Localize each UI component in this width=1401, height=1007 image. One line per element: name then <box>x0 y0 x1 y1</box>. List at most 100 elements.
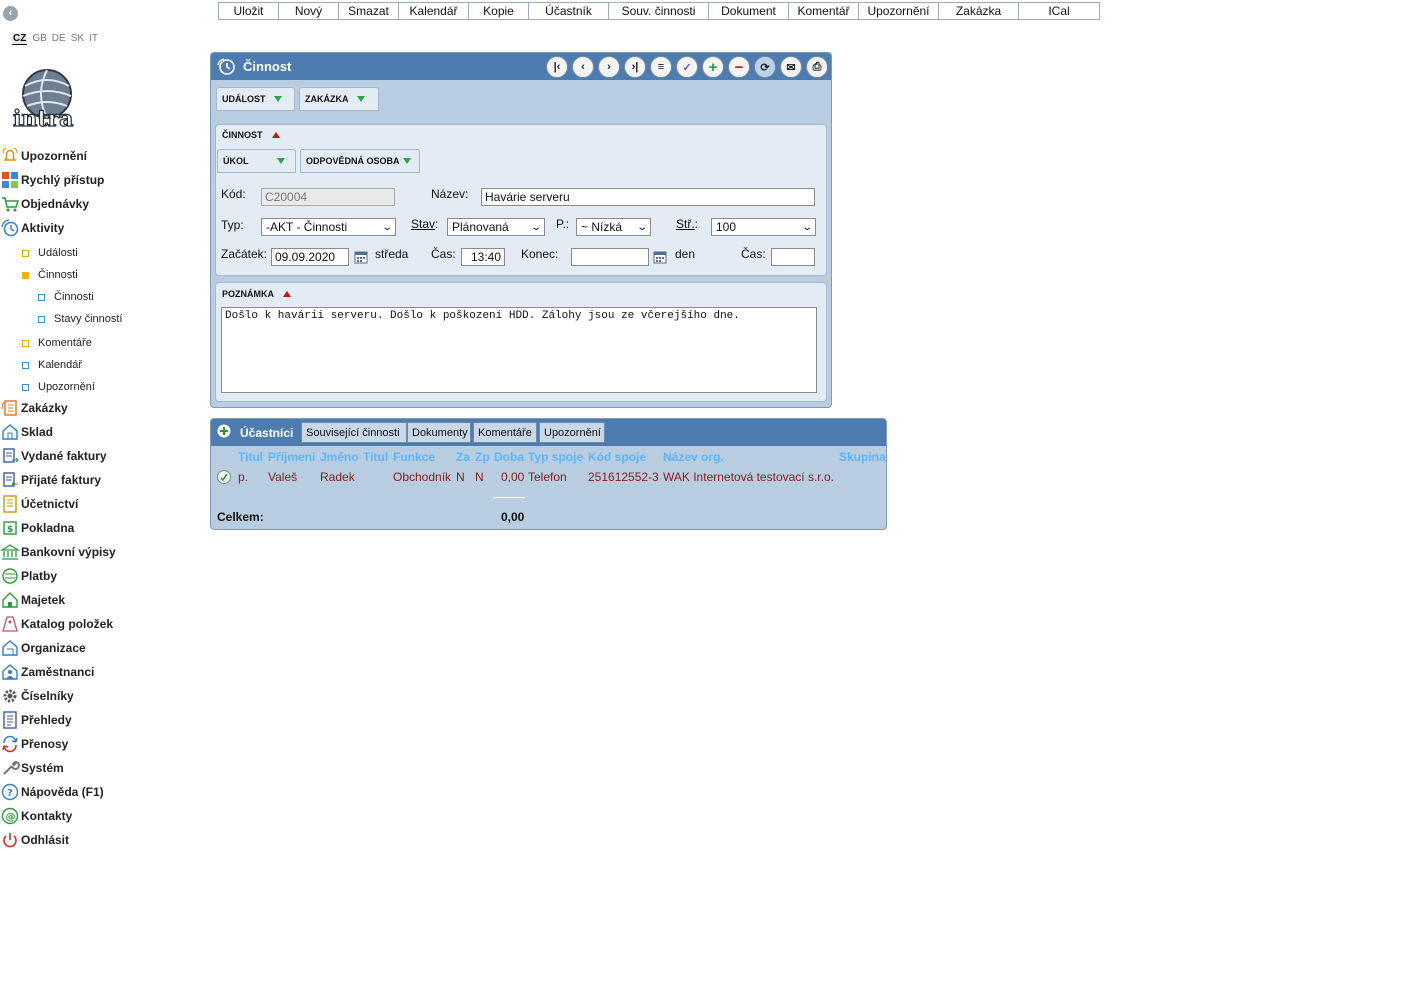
sidebar-subitem-0[interactable]: Události <box>22 244 78 262</box>
toolbar-button-1[interactable]: Nový <box>279 3 339 19</box>
column-header[interactable]: Příjmení <box>268 450 315 464</box>
sidebar-item-18[interactable]: Přenosy <box>0 734 68 754</box>
sidebar-subitem-4[interactable]: Komentáře <box>22 334 92 352</box>
sidebar-item-10[interactable]: Bankovní výpisy <box>0 542 116 562</box>
column-header[interactable]: Zp <box>475 450 490 464</box>
tab-note[interactable]: POZNÁMKA <box>217 282 307 306</box>
toolbar-button-11[interactable]: ICal <box>1019 3 1099 19</box>
remove-icon[interactable]: − <box>728 56 750 78</box>
sidebar-item-16[interactable]: Číselníky <box>0 686 74 706</box>
mail-icon[interactable]: ✉ <box>780 56 802 78</box>
back-arrow-icon[interactable]: ‹ <box>3 6 18 21</box>
sidebar-item-13[interactable]: Katalog položek <box>0 614 113 634</box>
priority-select[interactable]: ~ Nízká ⌄ <box>576 218 651 236</box>
toolbar-button-4[interactable]: Kopie <box>469 3 529 19</box>
calendar-icon[interactable] <box>653 250 667 264</box>
toolbar-button-6[interactable]: Souv. činnosti <box>609 3 709 19</box>
check-icon[interactable]: ✓ <box>676 56 698 78</box>
tab-bottom-2[interactable]: Dokumenty <box>407 422 471 443</box>
tab-bottom-0[interactable]: Účastníci <box>235 420 299 445</box>
sidebar-subitem-5[interactable]: Kalendář <box>22 356 82 374</box>
sidebar-subitem-6[interactable]: Upozornění <box>22 378 95 396</box>
sidebar-item-1[interactable]: Rychlý přístup <box>0 170 104 190</box>
sidebar-item-8[interactable]: Účetnictví <box>0 494 78 514</box>
tab-responsible[interactable]: ODPOVĚDNÁ OSOBA <box>300 149 420 173</box>
toolbar-button-0[interactable]: Uložit <box>219 3 279 19</box>
start-time-field[interactable] <box>461 248 505 266</box>
column-header[interactable]: Funkce <box>393 450 435 464</box>
toolbar-button-9[interactable]: Upozornění <box>859 3 939 19</box>
sidebar-subitem-3[interactable]: Stavy činností <box>38 310 122 328</box>
toolbar-button-10[interactable]: Zakázka <box>939 3 1019 19</box>
cell-za: N <box>456 470 465 484</box>
name-field[interactable] <box>481 188 815 206</box>
toolbar-button-5[interactable]: Účastník <box>529 3 609 19</box>
center-select[interactable]: 100 ⌄ <box>711 218 816 236</box>
refresh-icon[interactable]: ⟳ <box>754 56 776 78</box>
tab-bottom-1[interactable]: Související činnosti <box>301 422 407 443</box>
sidebar-item-0[interactable]: Upozornění <box>0 146 87 166</box>
sidebar-item-7[interactable]: Přijaté faktury <box>0 470 101 490</box>
add-participant-icon[interactable] <box>216 423 232 439</box>
tab-task[interactable]: ÚKOL <box>217 149 296 173</box>
sidebar-item-17[interactable]: Přehledy <box>0 710 72 730</box>
code-field[interactable] <box>261 188 395 206</box>
print-icon[interactable]: ⎙ <box>806 56 828 78</box>
tab-order[interactable]: ZAKÁZKA <box>299 87 379 111</box>
tab-activity[interactable]: ČINNOST <box>217 123 291 147</box>
sidebar-item-2[interactable]: Objednávky <box>0 194 89 214</box>
column-header[interactable]: Název org. <box>663 450 724 464</box>
list-icon[interactable]: ≡ <box>650 56 672 78</box>
note-textarea[interactable]: Došlo k havárii serveru. Došlo k poškoze… <box>221 307 817 393</box>
tab-bottom-4[interactable]: Upozornění <box>539 422 605 443</box>
end-date-field[interactable] <box>571 248 649 266</box>
column-header[interactable]: Za <box>456 450 470 464</box>
sidebar-item-12[interactable]: Majetek <box>0 590 65 610</box>
column-header[interactable]: Titul <box>238 450 263 464</box>
prev-record-icon[interactable]: ‹ <box>572 56 594 78</box>
sidebar-subitem-2[interactable]: Činnosti <box>38 288 94 306</box>
sidebar-item-22[interactable]: Odhlásit <box>0 830 69 850</box>
first-record-icon[interactable]: |‹ <box>546 56 568 78</box>
sidebar-item-11[interactable]: Platby <box>0 566 57 586</box>
column-header[interactable]: Kód spoje <box>588 450 646 464</box>
type-select[interactable]: -AKT - Činnosti ⌄ <box>261 218 396 236</box>
sidebar-item-4[interactable]: Zakázky <box>0 398 68 418</box>
lang-de[interactable]: DE <box>52 33 66 45</box>
lang-cz[interactable]: CZ <box>12 33 28 45</box>
toolbar-button-8[interactable]: Komentář <box>789 3 859 19</box>
tab-bottom-3[interactable]: Komentáře <box>473 422 537 443</box>
sidebar-item-19[interactable]: Systém <box>0 758 64 778</box>
toolbar-button-3[interactable]: Kalendář <box>399 3 469 19</box>
calendar-icon[interactable] <box>354 250 368 264</box>
chevron-down-icon: ⌄ <box>800 221 813 233</box>
lang-gb[interactable]: GB <box>32 33 46 45</box>
toolbar-button-2[interactable]: Smazat <box>339 3 399 19</box>
sidebar-subitem-1[interactable]: Činnosti <box>22 266 78 284</box>
sidebar-item-9[interactable]: $ Pokladna <box>0 518 74 538</box>
sidebar-item-3[interactable]: Aktivity <box>0 218 64 238</box>
end-time-field[interactable] <box>771 248 815 266</box>
next-record-icon[interactable]: › <box>598 56 620 78</box>
tab-event[interactable]: UDÁLOST <box>216 87 295 111</box>
folder-icon <box>22 249 29 257</box>
column-header[interactable]: Doba <box>494 450 524 464</box>
column-header[interactable]: Titul <box>363 450 388 464</box>
column-header[interactable]: Jméno <box>320 450 359 464</box>
sidebar-item-15[interactable]: Zaměstnanci <box>0 662 94 682</box>
lang-sk[interactable]: SK <box>71 33 84 45</box>
column-header[interactable]: Typ spoje <box>528 450 583 464</box>
sidebar-item-6[interactable]: Vydané faktury <box>0 446 107 466</box>
sidebar-item-20[interactable]: ? Nápověda (F1) <box>0 782 104 802</box>
last-record-icon[interactable]: ›| <box>624 56 646 78</box>
sidebar-item-21[interactable]: @ Kontakty <box>0 806 72 826</box>
lang-it[interactable]: IT <box>89 33 98 45</box>
start-date-field[interactable] <box>271 248 349 266</box>
column-header[interactable]: Skupina <box>839 450 886 464</box>
add-icon[interactable]: + <box>702 56 724 78</box>
state-select[interactable]: Plánovaná ⌄ <box>447 218 545 236</box>
sidebar-item-5[interactable]: Sklad <box>0 422 53 442</box>
edit-row-icon[interactable] <box>217 470 231 484</box>
sidebar-item-14[interactable]: Organizace <box>0 638 86 658</box>
toolbar-button-7[interactable]: Dokument <box>709 3 789 19</box>
